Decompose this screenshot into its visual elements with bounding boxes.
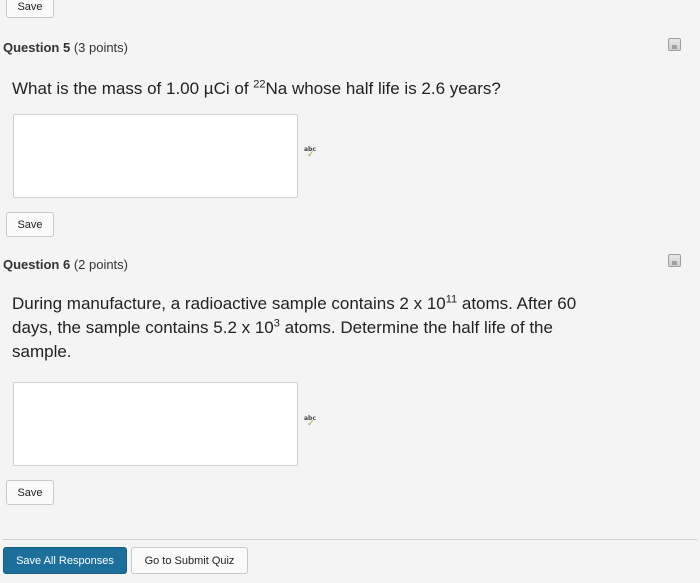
save-all-responses-button[interactable]: Save All Responses — [3, 547, 127, 574]
go-to-submit-quiz-label: Go to Submit Quiz — [144, 554, 235, 567]
question-5-superscript: 22 — [253, 78, 266, 91]
question-5-header: Question 5 (3 points) — [3, 40, 128, 55]
footer-divider — [3, 539, 697, 540]
question-6-save-button[interactable]: Save — [6, 480, 54, 505]
spellcheck-icon[interactable]: abc ✓ — [304, 147, 318, 161]
question-6-points: (2 points) — [73, 257, 129, 272]
question-5-text-part: Na whose half life is 2.6 years? — [265, 79, 501, 98]
question-6-line-3: sample. — [12, 342, 72, 361]
top-save-button[interactable]: Save — [6, 0, 54, 18]
question-5-label: Question 5 — [3, 40, 71, 55]
question-6-save-label: Save — [17, 486, 43, 499]
question-6-superscript: 11 — [445, 293, 458, 306]
go-to-submit-quiz-button[interactable]: Go to Submit Quiz — [131, 547, 248, 574]
question-5-save-button[interactable]: Save — [6, 212, 54, 237]
question-6-text-part: days, the sample contains 5.2 x 10 — [12, 318, 274, 337]
question-5-text: What is the mass of 1.00 µCi of 22Na who… — [12, 77, 501, 101]
question-6-line-1: During manufacture, a radioactive sample… — [12, 292, 697, 316]
question-6-header: Question 6 (2 points) — [3, 257, 128, 272]
question-5-answer-field[interactable] — [13, 114, 298, 198]
question-5-save-label: Save — [17, 218, 43, 231]
question-5-points: (3 points) — [73, 40, 129, 55]
question-6-answer-field[interactable] — [13, 382, 298, 466]
save-status-icon — [668, 38, 681, 51]
top-save-label: Save — [17, 1, 43, 13]
question-6-text-part: atoms. After 60 — [457, 294, 577, 313]
question-6-text: During manufacture, a radioactive sample… — [12, 292, 697, 364]
save-all-responses-label: Save All Responses — [16, 554, 114, 567]
save-status-icon — [668, 254, 681, 267]
question-6-text-part: atoms. Determine the half life of the — [279, 318, 553, 337]
question-6-text-part: During manufacture, a radioactive sample… — [12, 294, 446, 313]
question-5-text-part: What is the mass of 1.00 µCi of — [12, 79, 254, 98]
question-6-line-2: days, the sample contains 5.2 x 103 atom… — [12, 316, 697, 340]
spellcheck-icon[interactable]: abc ✓ — [304, 416, 318, 430]
question-6-label: Question 6 — [3, 257, 71, 272]
